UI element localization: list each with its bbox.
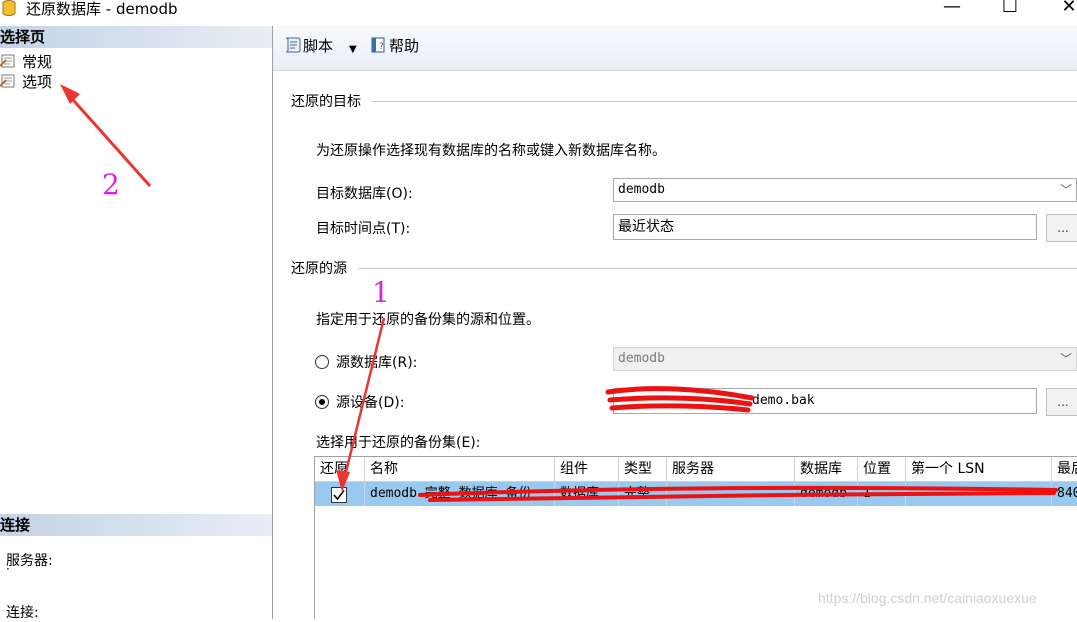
annotation-overlay xyxy=(60,84,1058,502)
annotation-arrowhead-1 xyxy=(336,470,350,492)
annotation-number-1: 1 xyxy=(372,276,390,309)
annotation-number-2: 2 xyxy=(102,168,120,201)
watermark: https://blog.csdn.net/cainiaoxuexue xyxy=(818,590,1037,606)
redaction-scribble-device xyxy=(605,386,755,413)
annotation-arrowhead-2 xyxy=(60,84,80,104)
annotation-arrow-1 xyxy=(340,317,386,489)
redaction-scribble-row xyxy=(418,485,1058,502)
